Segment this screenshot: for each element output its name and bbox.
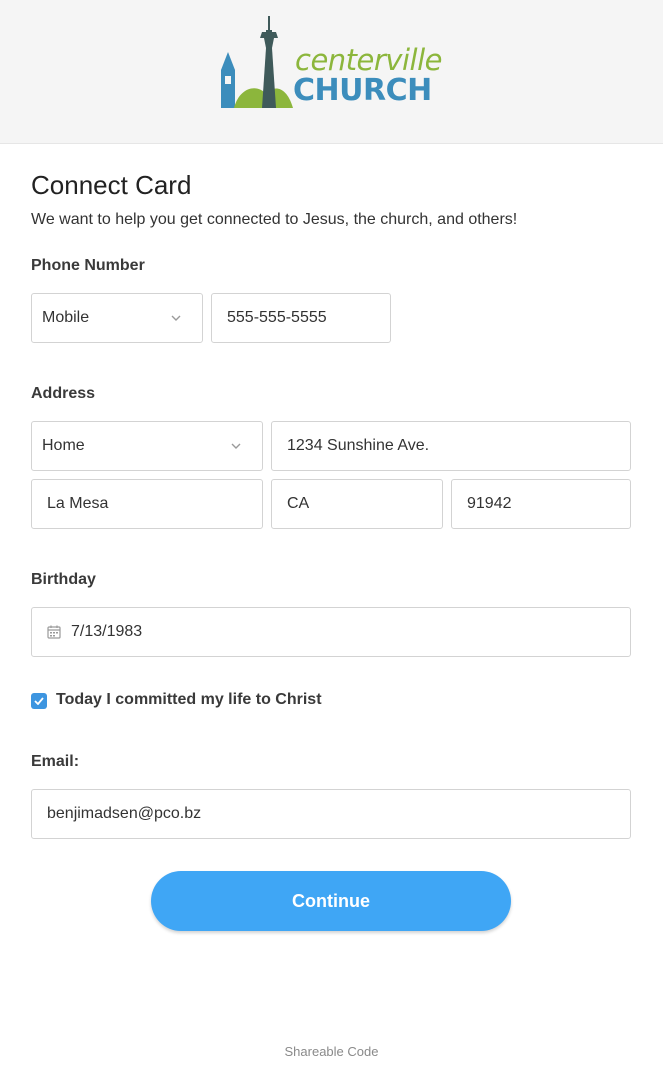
logo-text-centerville: centerville [295, 43, 442, 77]
address-type-select[interactable]: Home [31, 421, 263, 471]
address-label: Address [31, 385, 96, 402]
chevron-down-icon [171, 315, 181, 321]
shareable-code-link[interactable]: Shareable Code [0, 1044, 663, 1059]
chevron-down-icon [231, 443, 241, 449]
continue-button[interactable]: Continue [151, 871, 511, 931]
email-value: benjimadsen@pco.bz [47, 805, 202, 822]
phone-number-value: 555-555-5555 [227, 309, 327, 326]
page-title: Connect Card [31, 170, 192, 200]
city-value: La Mesa [47, 495, 109, 512]
phone-type-select[interactable]: Mobile [31, 293, 203, 343]
header: centerville CHURCH [0, 0, 663, 144]
email-input[interactable]: benjimadsen@pco.bz [31, 789, 631, 839]
zip-value: 91942 [467, 495, 512, 512]
zip-input[interactable]: 91942 [451, 479, 631, 529]
checkmark-icon [34, 697, 44, 705]
city-input[interactable]: La Mesa [31, 479, 263, 529]
address-type-value: Home [42, 437, 85, 454]
birthday-label: Birthday [31, 571, 96, 588]
commitment-label[interactable]: Today I committed my life to Christ [56, 691, 322, 709]
phone-number-label: Phone Number [31, 257, 145, 274]
church-logo-icon [221, 16, 293, 108]
birthday-value: 7/13/1983 [71, 623, 143, 640]
phone-number-input[interactable]: 555-555-5555 [211, 293, 391, 343]
page-subtitle: We want to help you get connected to Jes… [31, 211, 518, 228]
birthday-input[interactable]: 7/13/1983 [31, 607, 631, 657]
state-value: CA [287, 495, 310, 512]
commitment-checkbox[interactable] [31, 693, 47, 709]
state-input[interactable]: CA [271, 479, 443, 529]
calendar-icon [47, 625, 61, 639]
phone-type-value: Mobile [42, 309, 90, 326]
church-logo: centerville CHURCH [220, 14, 442, 110]
logo-text-church: CHURCH [293, 73, 432, 108]
email-label: Email: [31, 753, 80, 770]
street-address-value: 1234 Sunshine Ave. [287, 437, 430, 454]
street-address-input[interactable]: 1234 Sunshine Ave. [271, 421, 631, 471]
